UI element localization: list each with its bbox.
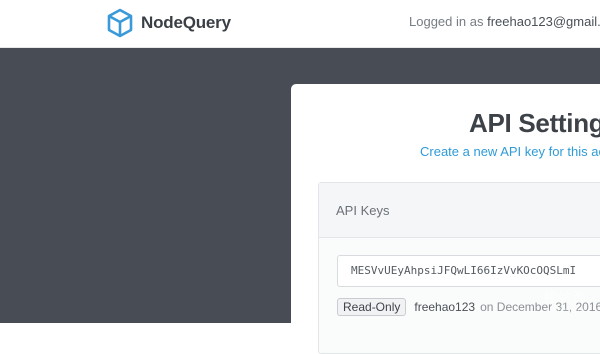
watermark-url: wzfou.com	[545, 306, 585, 315]
logged-in-prefix: Logged in as	[409, 14, 484, 29]
brand-name: NodeQuery	[141, 13, 231, 32]
page-title: API Settings	[469, 108, 600, 138]
api-key-field[interactable]: MESVvUEyAhpsiJFQwLI66IzVvKOcOQSLmI	[337, 255, 600, 287]
read-only-badge: Read-Only	[337, 298, 407, 316]
api-keys-header: API Keys	[319, 183, 600, 238]
api-keys-heading: API Keys	[336, 203, 390, 218]
watermark-logo: 挖站否 wzfou.com	[533, 290, 597, 320]
watermark-text: 挖站否	[543, 290, 586, 305]
brand-logo[interactable]: NodeQuery	[107, 8, 231, 38]
cube-logo-icon	[107, 8, 133, 38]
api-keys-card: API Keys MESVvUEyAhpsiJFQwLI66IzVvKOcOQS…	[318, 182, 600, 354]
logged-in-status: Logged in as freehao123@gmail.co	[409, 14, 600, 29]
top-header: NodeQuery Logged in as freehao123@gmail.…	[0, 0, 600, 48]
create-api-key-link[interactable]: Create a new API key for this acco	[420, 144, 600, 159]
user-email[interactable]: freehao123@gmail.co	[487, 14, 600, 29]
api-key-owner: freehao123	[414, 300, 476, 314]
